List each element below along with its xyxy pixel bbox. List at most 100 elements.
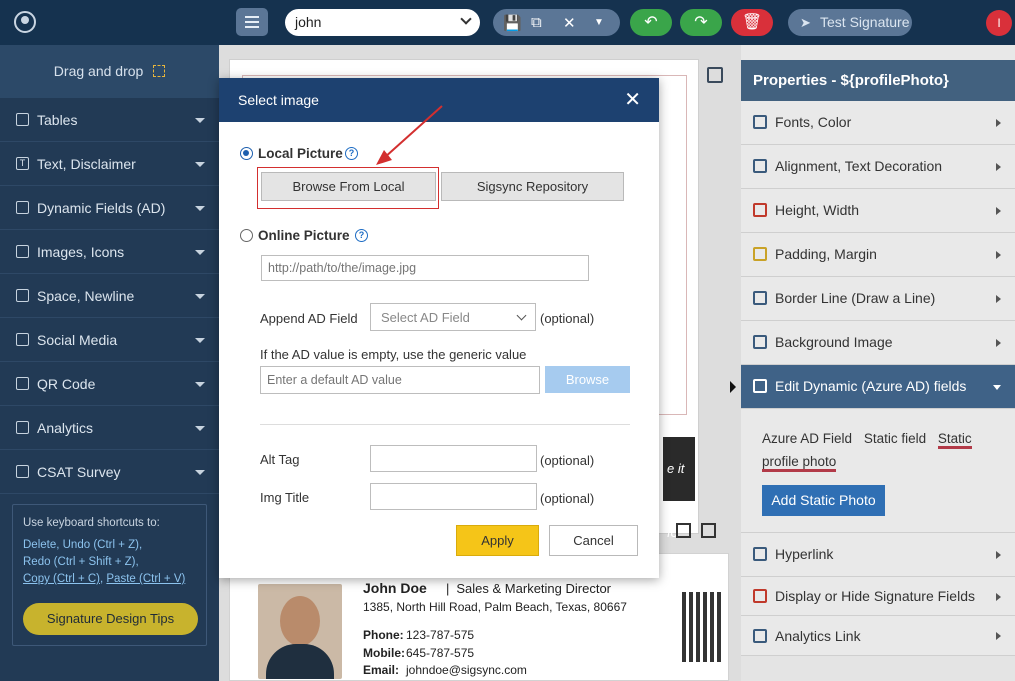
menu-button[interactable] — [236, 8, 268, 36]
dialog-divider — [260, 424, 630, 425]
prop-label: Alignment, Text Decoration — [775, 158, 943, 174]
redo-button[interactable]: ↷ — [680, 9, 722, 36]
table-icon — [16, 113, 29, 126]
sidebar-item-csat-survey[interactable]: CSAT Survey — [0, 450, 219, 494]
drag-drop-icon — [153, 65, 166, 77]
test-signature-button[interactable]: ➤ Test Signature — [788, 9, 912, 36]
prop-label: Border Line (Draw a Line) — [775, 290, 936, 306]
signature-separator: | — [446, 581, 450, 596]
sidebar-item-qr-code[interactable]: QR Code — [0, 362, 219, 406]
prop-alignment[interactable]: Alignment, Text Decoration — [741, 145, 1015, 189]
drag-drop-label: Drag and drop — [53, 63, 144, 79]
edit-actions-group: 💾 ⧉ ✕ ▼ — [493, 9, 620, 36]
optional-label: (optional) — [540, 311, 595, 326]
browse-button[interactable]: Browse — [545, 366, 630, 393]
preview-tools — [676, 523, 726, 541]
mobile-label: Mobile: — [363, 646, 405, 660]
account-icon[interactable] — [14, 11, 36, 33]
prop-padding-margin[interactable]: Padding, Margin — [741, 233, 1015, 277]
sigsync-repository-button[interactable]: Sigsync Repository — [441, 172, 624, 201]
sidebar-item-label: Images, Icons — [37, 244, 125, 260]
top-bar: john 💾 ⧉ ✕ ▼ ↶ ↷ 🗑 ➤ Test Signature I — [0, 0, 1015, 45]
prop-hyperlink[interactable]: Hyperlink — [741, 533, 1015, 577]
default-ad-value-input[interactable] — [260, 366, 540, 394]
shortcut-paste: Paste (Ctrl + V) — [106, 573, 186, 585]
undo-button[interactable]: ↶ — [630, 9, 672, 36]
apply-button[interactable]: Apply — [456, 525, 539, 556]
caret-down-icon — [195, 470, 205, 475]
close-icon[interactable]: ✕ — [563, 14, 576, 32]
border-icon — [753, 291, 767, 305]
collapse-arrow-icon[interactable] — [730, 381, 736, 393]
prop-background-image[interactable]: Background Image — [741, 321, 1015, 365]
signature-mobile: Mobile:645-787-575 — [363, 646, 474, 660]
add-static-photo-button[interactable]: Add Static Photo — [762, 485, 885, 516]
prop-border-line[interactable]: Border Line (Draw a Line) — [741, 277, 1015, 321]
help-icon[interactable]: ? — [345, 147, 358, 160]
test-signature-label: Test Signature — [820, 14, 910, 30]
prop-analytics-link[interactable]: Analytics Link — [741, 616, 1015, 656]
signature-design-tips-button[interactable]: Signature Design Tips — [23, 603, 198, 635]
tab-azure-ad-field[interactable]: Azure AD Field — [762, 431, 852, 446]
select-image-dialog: Select image ✕ Local Picture ? Browse Fr… — [219, 78, 659, 578]
sidebar-item-label: Text, Disclaimer — [37, 156, 136, 172]
caret-right-icon — [996, 551, 1001, 559]
prop-label: Analytics Link — [775, 628, 861, 644]
browse-from-local-button[interactable]: Browse From Local — [261, 172, 436, 201]
img-title-input[interactable] — [370, 483, 537, 510]
prop-edit-dynamic-fields[interactable]: Edit Dynamic (Azure AD) fields — [741, 365, 1015, 409]
prop-label: Display or Hide Signature Fields — [775, 588, 975, 604]
analytics-icon — [16, 421, 29, 434]
collapse-icon[interactable] — [676, 523, 691, 538]
chevron-down-icon — [460, 13, 472, 25]
tab-static-field[interactable]: Static field — [864, 431, 926, 446]
caret-down-icon[interactable]: ▼ — [594, 17, 604, 28]
signature-name: John Doe — [363, 580, 427, 596]
sidebar-item-label: CSAT Survey — [37, 464, 121, 480]
shortcut-copy: Copy (Ctrl + C) — [23, 573, 100, 585]
shortcut-redo: Redo (Ctrl + Shift + Z), — [23, 556, 139, 568]
sidebar-item-text-disclaimer[interactable]: T Text, Disclaimer — [0, 142, 219, 186]
optional-label: (optional) — [540, 453, 595, 468]
align-icon — [753, 159, 767, 173]
sidebar-item-social-media[interactable]: Social Media — [0, 318, 219, 362]
help-icon[interactable]: ? — [355, 229, 368, 242]
image-url-input[interactable] — [261, 255, 589, 281]
cancel-button[interactable]: Cancel — [549, 525, 638, 556]
background-image-icon — [753, 335, 767, 349]
sidebar-item-label: Space, Newline — [37, 288, 135, 304]
user-avatar[interactable]: I — [986, 10, 1012, 36]
qr-icon — [16, 377, 29, 390]
prop-fonts-color[interactable]: Fonts, Color — [741, 101, 1015, 145]
fullscreen-icon[interactable] — [701, 523, 716, 538]
expand-icon[interactable] — [707, 67, 723, 83]
code-icon — [16, 201, 29, 214]
mobile-value: 645-787-575 — [406, 646, 475, 660]
online-picture-radio[interactable] — [240, 229, 253, 242]
save-icon[interactable]: 💾 — [503, 14, 522, 32]
padding-icon — [753, 247, 767, 261]
close-icon[interactable]: ✕ — [624, 78, 641, 122]
profile-photo[interactable] — [258, 584, 342, 679]
copy-icon[interactable]: ⧉ — [531, 14, 542, 31]
instagram-icon — [16, 333, 29, 346]
append-ad-field-select[interactable]: Select AD Field — [370, 303, 536, 331]
signature-phone: Phone: 123-787-575 — [363, 628, 474, 642]
profile-select[interactable]: john — [285, 9, 480, 36]
sidebar-item-dynamic-fields[interactable]: Dynamic Fields (AD) — [0, 186, 219, 230]
sidebar-item-label: QR Code — [37, 376, 96, 392]
prop-height-width[interactable]: Height, Width — [741, 189, 1015, 233]
caret-down-icon — [195, 338, 205, 343]
online-picture-label: Online Picture — [258, 228, 350, 243]
prop-display-hide-fields[interactable]: Display or Hide Signature Fields — [741, 577, 1015, 616]
delete-button[interactable]: 🗑 — [731, 9, 773, 36]
sidebar-item-analytics[interactable]: Analytics — [0, 406, 219, 450]
prop-label: Background Image — [775, 334, 893, 350]
caret-right-icon — [996, 339, 1001, 347]
sidebar-item-space-newline[interactable]: Space, Newline — [0, 274, 219, 318]
alt-tag-input[interactable] — [370, 445, 537, 472]
sidebar-item-tables[interactable]: Tables — [0, 98, 219, 142]
sidebar-item-images-icons[interactable]: Images, Icons — [0, 230, 219, 274]
caret-down-icon — [195, 118, 205, 123]
local-picture-radio[interactable] — [240, 147, 253, 160]
